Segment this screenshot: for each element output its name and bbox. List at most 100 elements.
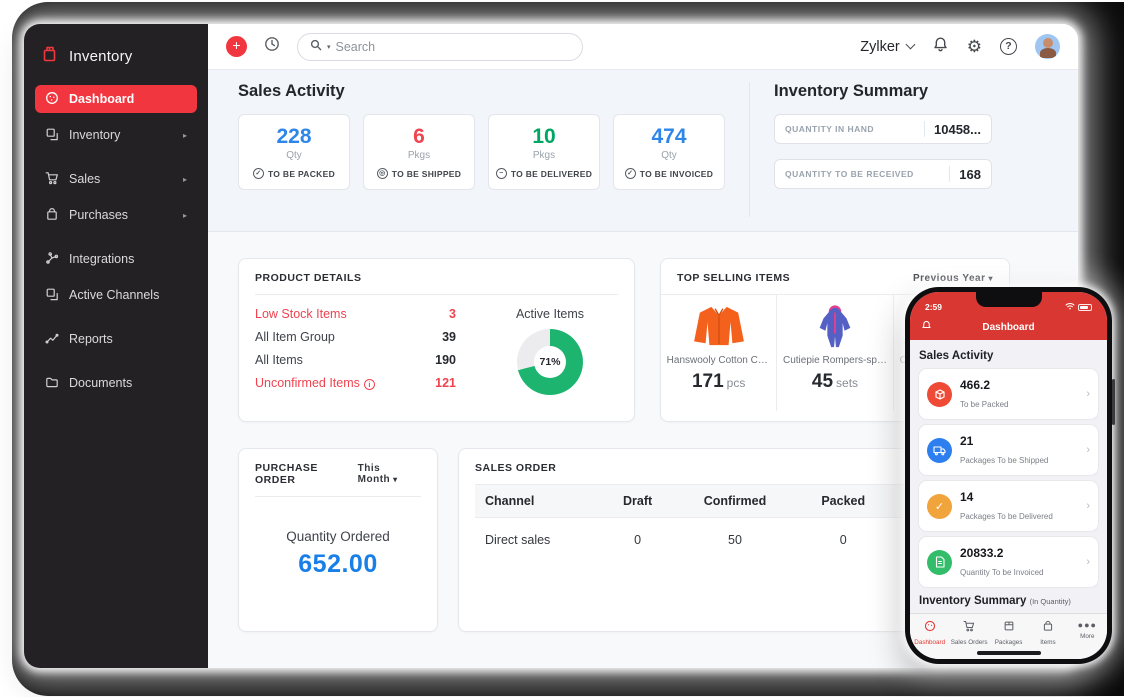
quantity-in-hand-pill[interactable]: QUANTITY IN HAND 10458... [774, 114, 992, 144]
phone-body: Sales Activity 466.2 To be Packed › 21 Pac… [910, 340, 1107, 613]
metric-unit: Pkgs [407, 150, 431, 161]
card-to-be-invoiced[interactable]: 474 Qty ✓ TO BE INVOICED [613, 114, 725, 190]
help-icon[interactable]: ? [1000, 38, 1017, 55]
tab-more[interactable]: ●●● More [1068, 619, 1107, 659]
row-label: All Item Group [255, 330, 335, 344]
summary-value: 10458... [934, 121, 981, 137]
donut-title: Active Items [515, 307, 585, 321]
invoice-icon [927, 549, 952, 575]
row-value: 3 [449, 307, 456, 321]
range-dropdown[interactable]: Previous Year ▾ [913, 273, 993, 284]
row-value: 39 [442, 330, 456, 344]
phone-inventory-summary-title: Inventory Summary [919, 595, 1027, 607]
dashboard-icon [45, 91, 59, 108]
status-time: 2:59 [925, 302, 943, 312]
col-channel: Channel [475, 484, 602, 518]
app-logo[interactable]: Inventory [24, 40, 208, 85]
quantity-to-be-received-pill[interactable]: QUANTITY TO BE RECEIVED 168 [774, 159, 992, 189]
card-to-be-packed[interactable]: 228 Qty ✓ TO BE PACKED [238, 114, 350, 190]
metric-value: 21 [960, 434, 974, 448]
phone-mockup: 2:59 Dashboard Sales Activity 466.2 To b… [905, 287, 1115, 664]
org-name: Zylker [860, 38, 900, 55]
bell-icon[interactable] [921, 318, 932, 336]
reports-icon [45, 331, 59, 348]
sidebar: Inventory Dashboard Inventory ▸ Sales ▸ … [24, 24, 208, 668]
sidebar-item-label: Integrations [69, 252, 135, 266]
sidebar-item-purchases[interactable]: Purchases ▸ [35, 201, 197, 229]
phone-to-be-invoiced[interactable]: 20833.2 Quantity To be Invoiced › [919, 537, 1098, 587]
avatar[interactable] [1035, 34, 1060, 59]
search-input[interactable] [335, 39, 570, 54]
submenu-arrow-icon: ▸ [182, 174, 187, 184]
inventory-summary-title: Inventory Summary [774, 82, 929, 100]
sidebar-item-documents[interactable]: Documents [35, 369, 197, 397]
all-item-group-row[interactable]: All Item Group 39 [255, 330, 456, 344]
row-label: Unconfirmed Items [255, 376, 360, 390]
phone-to-be-shipped[interactable]: 21 Packages To be Shipped › [919, 425, 1098, 475]
col-draft: Draft [601, 484, 674, 518]
tab-label: More [1080, 633, 1095, 640]
sidebar-item-inventory[interactable]: Inventory ▸ [35, 121, 197, 149]
top-item-1[interactable]: Hanswooly Cotton Cas... 171 pcs [661, 295, 778, 411]
metric-value: 474 [651, 125, 687, 148]
tab-label: Sales Orders [950, 639, 988, 646]
sidebar-item-sales[interactable]: Sales ▸ [35, 165, 197, 193]
pill-divider [949, 166, 951, 182]
tab-dashboard[interactable]: Dashboard [910, 619, 949, 659]
pill-divider [924, 121, 925, 137]
integrations-icon [45, 251, 59, 268]
card-to-be-shipped[interactable]: 6 Pkgs ◎ TO BE SHIPPED [363, 114, 475, 190]
low-stock-items-row[interactable]: Low Stock Items 3 [255, 307, 456, 321]
home-indicator[interactable] [976, 651, 1041, 655]
col-confirmed: Confirmed [673, 484, 797, 518]
metric-label: To be Packed [960, 400, 1009, 409]
metric-value: 6 [413, 125, 425, 148]
card-title: PRODUCT DETAILS [255, 272, 362, 284]
search-bar[interactable]: ▾ [297, 32, 583, 61]
tab-label: Items [1040, 639, 1056, 646]
sidebar-item-integrations[interactable]: Integrations [35, 245, 197, 273]
phone-to-be-packed[interactable]: 466.2 To be Packed › [919, 369, 1098, 419]
submenu-arrow-icon: ▸ [182, 130, 187, 140]
more-tab-icon: ●●● [1077, 620, 1097, 630]
search-scope-caret-icon[interactable]: ▾ [327, 43, 331, 51]
target-circle-icon: ◎ [376, 168, 388, 179]
metric-label: Packages To be Shipped [960, 456, 1049, 465]
chevron-right-icon: › [1086, 444, 1090, 456]
bell-icon[interactable] [932, 36, 949, 58]
tab-label: Packages [994, 639, 1023, 646]
phone-page-title: Dashboard [982, 321, 1035, 333]
sidebar-item-label: Documents [69, 376, 133, 390]
sidebar-item-active-channels[interactable]: Active Channels [35, 281, 197, 309]
inventory-summary-section: Inventory Summary QUANTITY IN HAND 10458… [774, 82, 992, 231]
phone-nav-bar: Dashboard [910, 314, 1107, 340]
gear-icon[interactable]: ⚙ [967, 38, 982, 55]
sidebar-item-dashboard[interactable]: Dashboard [35, 85, 197, 113]
history-clock-icon[interactable] [263, 35, 281, 58]
dropdown-caret-icon: ▾ [988, 273, 993, 283]
tab-label: Dashboard [914, 639, 946, 646]
org-switcher[interactable]: Zylker [860, 38, 916, 55]
range-dropdown[interactable]: This Month ▾ [358, 463, 421, 485]
card-to-be-delivered[interactable]: 10 Pkgs − TO BE DELIVERED [488, 114, 600, 190]
cell-confirmed: 50 [728, 533, 742, 547]
row-label: All Items [255, 353, 303, 367]
wifi-icon [1065, 302, 1075, 312]
phone-tab-bar: Dashboard Sales Orders Packages Items ●●… [910, 613, 1107, 659]
truck-icon [927, 437, 952, 463]
metric-value: 10 [532, 125, 556, 148]
product-name: Hanswooly Cotton Cas... [666, 355, 771, 366]
phone-to-be-delivered[interactable]: ✓ 14 Packages To be Delivered › [919, 481, 1098, 531]
product-details-card: PRODUCT DETAILS Low Stock Items 3 All It… [238, 258, 635, 422]
summary-value: 168 [959, 166, 981, 182]
row-label: Low Stock Items [255, 307, 347, 321]
active-channels-icon [45, 287, 59, 304]
top-item-2[interactable]: Cutiepie Rompers-spo... 45 sets [777, 295, 894, 411]
quick-create-button[interactable]: + [226, 36, 247, 57]
sidebar-item-reports[interactable]: Reports [35, 325, 197, 353]
metric-label: TO BE SHIPPED [391, 168, 462, 179]
all-items-row[interactable]: All Items 190 [255, 353, 456, 367]
unconfirmed-items-row[interactable]: Unconfirmed Items i 121 [255, 376, 456, 390]
sidebar-item-label: Dashboard [69, 92, 135, 106]
metric-value: 466.2 [960, 378, 991, 392]
